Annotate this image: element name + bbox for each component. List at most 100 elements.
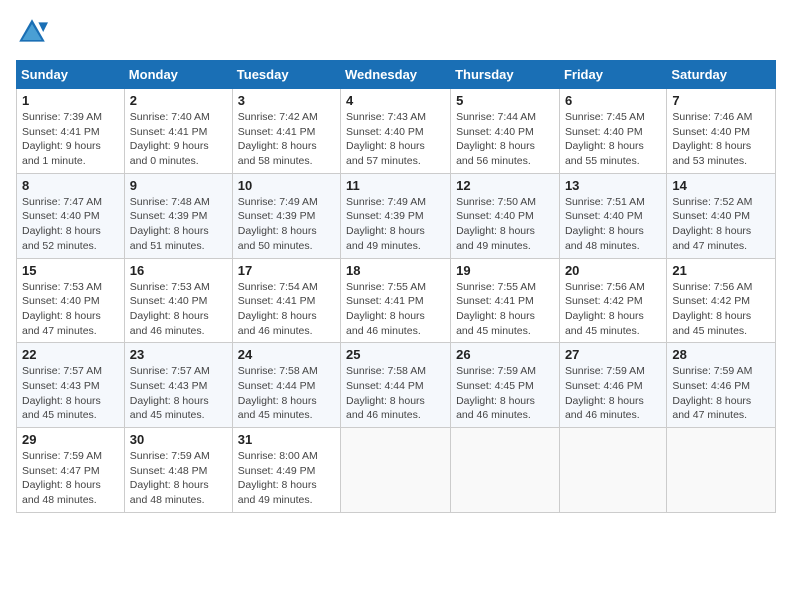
weekday-header-wednesday: Wednesday [341,61,451,89]
day-info: Sunrise: 7:59 AM Sunset: 4:46 PM Dayligh… [672,364,770,423]
day-number: 6 [565,93,661,108]
day-info: Sunrise: 7:58 AM Sunset: 4:44 PM Dayligh… [238,364,335,423]
calendar-cell [341,428,451,513]
day-number: 26 [456,347,554,362]
calendar-cell [667,428,776,513]
calendar-cell: 2Sunrise: 7:40 AM Sunset: 4:41 PM Daylig… [124,89,232,174]
day-number: 24 [238,347,335,362]
day-info: Sunrise: 7:54 AM Sunset: 4:41 PM Dayligh… [238,280,335,339]
calendar-cell: 19 Sunrise: 7:55 AM Sunset: 4:41 PM Dayli… [451,258,560,343]
day-number: 23 [130,347,227,362]
day-number: 13 [565,178,661,193]
day-info: Sunrise: 7:59 AM Sunset: 4:47 PM Dayligh… [22,449,119,508]
calendar-cell [451,428,560,513]
calendar-table: SundayMondayTuesdayWednesdayThursdayFrid… [16,60,776,513]
day-info: Sunrise: 7:47 AM Sunset: 4:40 PM Dayligh… [22,195,119,254]
calendar-cell: 27Sunrise: 7:59 AM Sunset: 4:46 PM Dayli… [559,343,666,428]
day-number: 14 [672,178,770,193]
day-number: 18 [346,263,445,278]
day-info: Sunrise: 7:46 AM Sunset: 4:40 PM Dayligh… [672,110,770,169]
calendar-cell: 25Sunrise: 7:58 AM Sunset: 4:44 PM Dayli… [341,343,451,428]
day-info: Sunrise: 7:49 AM Sunset: 4:39 PM Dayligh… [346,195,445,254]
weekday-header-sunday: Sunday [17,61,125,89]
calendar-cell: 13 Sunrise: 7:51 AM Sunset: 4:40 PM Dayli… [559,173,666,258]
calendar-cell: 4 Sunrise: 7:43 AM Sunset: 4:40 PM Daylig… [341,89,451,174]
day-info: Sunrise: 7:44 AM Sunset: 4:40 PM Dayligh… [456,110,554,169]
day-number: 21 [672,263,770,278]
calendar-cell: 23Sunrise: 7:57 AM Sunset: 4:43 PM Dayli… [124,343,232,428]
day-number: 16 [130,263,227,278]
day-info: Sunrise: 7:49 AM Sunset: 4:39 PM Dayligh… [238,195,335,254]
day-number: 3 [238,93,335,108]
calendar-cell: 24 Sunrise: 7:58 AM Sunset: 4:44 PM Dayli… [232,343,340,428]
day-number: 19 [456,263,554,278]
day-info: Sunrise: 7:56 AM Sunset: 4:42 PM Dayligh… [672,280,770,339]
day-number: 29 [22,432,119,447]
logo-icon [16,16,48,48]
weekday-header-tuesday: Tuesday [232,61,340,89]
calendar-cell: 18 Sunrise: 7:55 AM Sunset: 4:41 PM Dayli… [341,258,451,343]
day-info: Sunrise: 7:53 AM Sunset: 4:40 PM Dayligh… [130,280,227,339]
calendar-week-4: 22 Sunrise: 7:57 AM Sunset: 4:43 PM Dayli… [17,343,776,428]
day-info: Sunrise: 7:56 AM Sunset: 4:42 PM Dayligh… [565,280,661,339]
day-info: Sunrise: 7:51 AM Sunset: 4:40 PM Dayligh… [565,195,661,254]
weekday-header-monday: Monday [124,61,232,89]
calendar-cell: 11 Sunrise: 7:49 AM Sunset: 4:39 PM Dayli… [341,173,451,258]
day-info: Sunrise: 7:39 AM Sunset: 4:41 PM Dayligh… [22,110,119,169]
calendar-cell: 9Sunrise: 7:48 AM Sunset: 4:39 PM Daylig… [124,173,232,258]
day-info: Sunrise: 7:59 AM Sunset: 4:46 PM Dayligh… [565,364,661,423]
weekday-header-friday: Friday [559,61,666,89]
calendar-cell: 30Sunrise: 7:59 AM Sunset: 4:48 PM Dayli… [124,428,232,513]
calendar-cell: 6 Sunrise: 7:45 AM Sunset: 4:40 PM Daylig… [559,89,666,174]
day-info: Sunrise: 7:58 AM Sunset: 4:44 PM Dayligh… [346,364,445,423]
day-info: Sunrise: 7:48 AM Sunset: 4:39 PM Dayligh… [130,195,227,254]
day-info: Sunrise: 7:52 AM Sunset: 4:40 PM Dayligh… [672,195,770,254]
day-number: 17 [238,263,335,278]
day-number: 12 [456,178,554,193]
day-info: Sunrise: 7:55 AM Sunset: 4:41 PM Dayligh… [456,280,554,339]
day-info: Sunrise: 7:43 AM Sunset: 4:40 PM Dayligh… [346,110,445,169]
day-info: Sunrise: 7:57 AM Sunset: 4:43 PM Dayligh… [22,364,119,423]
calendar-cell: 1 Sunrise: 7:39 AM Sunset: 4:41 PM Daylig… [17,89,125,174]
calendar-cell: 20 Sunrise: 7:56 AM Sunset: 4:42 PM Dayli… [559,258,666,343]
calendar-cell: 3 Sunrise: 7:42 AM Sunset: 4:41 PM Daylig… [232,89,340,174]
calendar-cell: 26 Sunrise: 7:59 AM Sunset: 4:45 PM Dayli… [451,343,560,428]
day-number: 7 [672,93,770,108]
day-number: 11 [346,178,445,193]
day-info: Sunrise: 7:45 AM Sunset: 4:40 PM Dayligh… [565,110,661,169]
calendar-cell: 17 Sunrise: 7:54 AM Sunset: 4:41 PM Dayli… [232,258,340,343]
day-info: Sunrise: 7:59 AM Sunset: 4:45 PM Dayligh… [456,364,554,423]
logo [16,16,52,48]
day-number: 4 [346,93,445,108]
day-number: 28 [672,347,770,362]
day-number: 22 [22,347,119,362]
day-number: 1 [22,93,119,108]
day-info: Sunrise: 7:42 AM Sunset: 4:41 PM Dayligh… [238,110,335,169]
calendar-cell: 15Sunrise: 7:53 AM Sunset: 4:40 PM Dayli… [17,258,125,343]
calendar-week-1: 1 Sunrise: 7:39 AM Sunset: 4:41 PM Daylig… [17,89,776,174]
calendar-cell: 21 Sunrise: 7:56 AM Sunset: 4:42 PM Dayli… [667,258,776,343]
calendar-cell: 8 Sunrise: 7:47 AM Sunset: 4:40 PM Daylig… [17,173,125,258]
day-number: 20 [565,263,661,278]
day-number: 15 [22,263,119,278]
day-info: Sunrise: 7:50 AM Sunset: 4:40 PM Dayligh… [456,195,554,254]
calendar-cell: 10 Sunrise: 7:49 AM Sunset: 4:39 PM Dayli… [232,173,340,258]
weekday-header-row: SundayMondayTuesdayWednesdayThursdayFrid… [17,61,776,89]
day-number: 30 [130,432,227,447]
day-number: 10 [238,178,335,193]
day-info: Sunrise: 7:55 AM Sunset: 4:41 PM Dayligh… [346,280,445,339]
day-number: 2 [130,93,227,108]
day-number: 31 [238,432,335,447]
calendar-cell: 16 Sunrise: 7:53 AM Sunset: 4:40 PM Dayli… [124,258,232,343]
calendar-cell: 14 Sunrise: 7:52 AM Sunset: 4:40 PM Dayli… [667,173,776,258]
calendar-cell [559,428,666,513]
calendar-cell: 5Sunrise: 7:44 AM Sunset: 4:40 PM Daylig… [451,89,560,174]
calendar-cell: 28 Sunrise: 7:59 AM Sunset: 4:46 PM Dayli… [667,343,776,428]
calendar-cell: 31Sunrise: 8:00 AM Sunset: 4:49 PM Dayli… [232,428,340,513]
calendar-cell: 22 Sunrise: 7:57 AM Sunset: 4:43 PM Dayli… [17,343,125,428]
weekday-header-thursday: Thursday [451,61,560,89]
calendar-cell: 7 Sunrise: 7:46 AM Sunset: 4:40 PM Daylig… [667,89,776,174]
calendar-week-2: 8 Sunrise: 7:47 AM Sunset: 4:40 PM Daylig… [17,173,776,258]
page-header [16,16,776,48]
day-number: 8 [22,178,119,193]
